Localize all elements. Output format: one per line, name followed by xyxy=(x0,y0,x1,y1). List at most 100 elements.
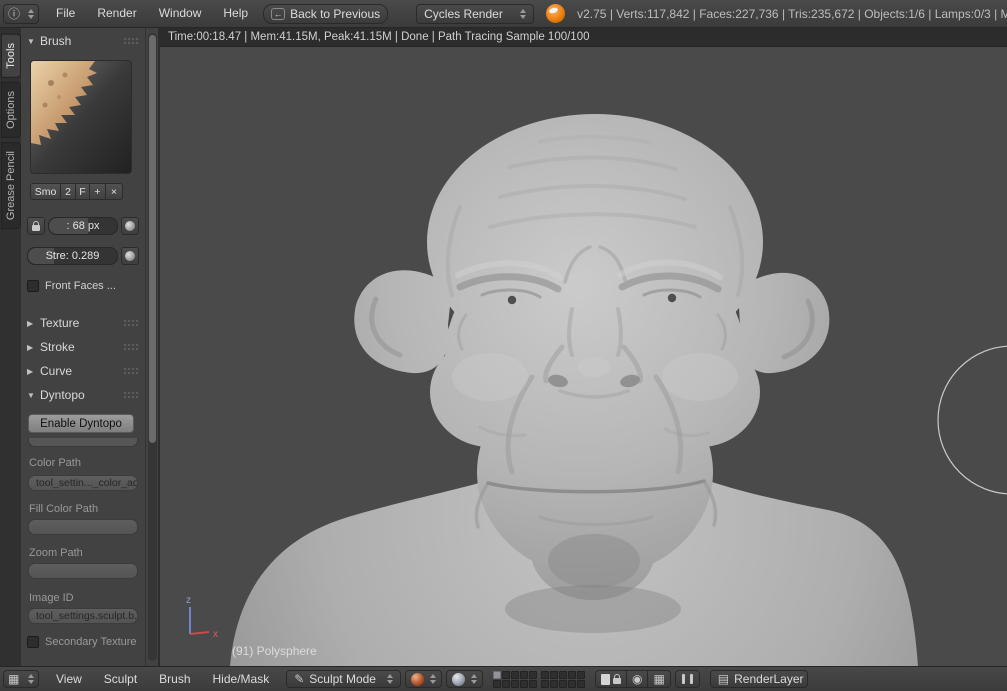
scrollbar-thumb[interactable] xyxy=(149,35,156,443)
menu-view[interactable]: View xyxy=(45,666,93,691)
add-brush-button[interactable]: + xyxy=(89,183,106,200)
render-engine-value: Cycles Render xyxy=(424,7,503,21)
viewport-canvas: z x (91) Polysphere xyxy=(160,47,1007,666)
layer-cell[interactable] xyxy=(502,680,510,688)
image-id-label: Image ID xyxy=(29,592,139,605)
panel-grip[interactable] xyxy=(123,391,139,400)
render-engine-dropdown[interactable]: Cycles Render xyxy=(416,4,534,24)
front-faces-option[interactable]: Front Faces ... xyxy=(27,280,139,292)
axis-z-label: z xyxy=(186,595,191,606)
back-to-previous-button[interactable]: ← Back to Previous xyxy=(263,4,388,24)
layer-cell[interactable] xyxy=(559,671,567,679)
render-layer-icon: ▤ xyxy=(718,672,729,686)
opengl-render-still-button[interactable]: ◉ xyxy=(626,670,648,688)
left-eye xyxy=(508,296,516,304)
color-path-label: Color Path xyxy=(29,457,139,470)
layer-cell[interactable] xyxy=(529,671,537,679)
radius-unified-button[interactable] xyxy=(27,217,45,235)
dropdown-arrows-icon xyxy=(465,674,477,684)
menu-file[interactable]: File xyxy=(45,0,86,27)
brush-name-field[interactable]: Smo xyxy=(30,183,61,200)
scrollbar-track[interactable] xyxy=(148,33,157,661)
tab-options[interactable]: Options xyxy=(1,82,21,138)
clipped-field xyxy=(28,438,138,447)
menu-render[interactable]: Render xyxy=(86,0,147,27)
3d-viewport[interactable]: z x (91) Polysphere xyxy=(160,47,1007,666)
layer-cell[interactable] xyxy=(493,671,501,679)
image-id-field[interactable]: tool_settings.sculpt.b... xyxy=(28,608,138,624)
main-menubar: File Render Window Help xyxy=(45,0,259,27)
radius-row: : 68 px xyxy=(27,217,139,235)
panel-grip[interactable] xyxy=(123,37,139,46)
render-layer-dropdown[interactable]: ▤ RenderLayer xyxy=(710,670,808,688)
layer-cell[interactable] xyxy=(550,680,558,688)
render-layer-value: RenderLayer xyxy=(734,672,803,686)
secondary-texture-option[interactable]: Secondary Texture xyxy=(27,636,139,648)
tab-grease-pencil[interactable]: Grease Pencil xyxy=(1,142,21,229)
panel-grip[interactable] xyxy=(123,319,139,328)
fill-color-path-field[interactable] xyxy=(28,519,138,535)
menu-brush[interactable]: Brush xyxy=(148,666,201,691)
panel-grip[interactable] xyxy=(123,367,139,376)
layer-cell[interactable] xyxy=(529,680,537,688)
fake-user-button[interactable]: F xyxy=(75,183,90,200)
panel-grip[interactable] xyxy=(123,343,139,352)
radius-pressure-button[interactable] xyxy=(121,217,139,235)
header-icon-group: ◉ ▦ xyxy=(595,670,671,688)
axis-x-label: x xyxy=(213,629,218,640)
tool-shelf: ▼ Brush xyxy=(21,28,146,666)
layer-cell[interactable] xyxy=(568,671,576,679)
viewport-shading-dropdown[interactable] xyxy=(446,670,483,688)
layer-cell[interactable] xyxy=(511,671,519,679)
info-editor-icon: ⓘ xyxy=(8,5,20,22)
editor-type-button[interactable]: ▦ xyxy=(3,670,39,688)
panel-brush[interactable]: ▼ Brush xyxy=(27,34,139,48)
color-path-field[interactable]: tool_settin..._color_add xyxy=(28,475,138,491)
mode-selector-dropdown[interactable]: ✎ Sculpt Mode xyxy=(286,670,401,688)
strength-pressure-button[interactable] xyxy=(121,247,139,265)
strength-slider[interactable]: Stre: 0.289 xyxy=(27,247,118,265)
enable-dyntopo-button[interactable]: Enable Dyntopo xyxy=(28,414,134,433)
panel-dyntopo[interactable]: ▼ Dyntopo xyxy=(27,388,139,402)
panel-texture[interactable]: ▶ Texture xyxy=(27,316,139,330)
opengl-render-anim-button[interactable]: ▦ xyxy=(647,670,670,688)
menu-help[interactable]: Help xyxy=(212,0,259,27)
right-eye xyxy=(668,294,676,302)
3d-view-editor-icon: ▦ xyxy=(8,672,19,686)
secondary-texture-checkbox[interactable] xyxy=(27,636,39,648)
layer-cell[interactable] xyxy=(577,680,585,688)
menu-hide-mask[interactable]: Hide/Mask xyxy=(202,666,281,691)
shelf-scrollbar-zone xyxy=(146,28,160,666)
layer-cell[interactable] xyxy=(541,680,549,688)
brush-preview[interactable] xyxy=(30,60,132,174)
brush-users-button[interactable]: 2 xyxy=(60,183,76,200)
front-faces-checkbox[interactable] xyxy=(27,280,39,292)
layer-cell[interactable] xyxy=(493,680,501,688)
panel-curve[interactable]: ▶ Curve xyxy=(27,364,139,378)
paired-toggle-button[interactable] xyxy=(675,670,700,688)
unlink-brush-button[interactable]: × xyxy=(105,183,123,200)
viewport-header: ▦ View Sculpt Brush Hide/Mask ✎ Sculpt M… xyxy=(0,666,1007,691)
front-faces-label: Front Faces ... xyxy=(45,280,116,292)
layer-cell[interactable] xyxy=(511,680,519,688)
layer-cell[interactable] xyxy=(502,671,510,679)
layer-cell[interactable] xyxy=(541,671,549,679)
layer-cell[interactable] xyxy=(520,671,528,679)
editor-type-button[interactable]: ⓘ xyxy=(3,4,39,24)
layer-cell[interactable] xyxy=(568,680,576,688)
panel-stroke[interactable]: ▶ Stroke xyxy=(27,340,139,354)
layer-cell[interactable] xyxy=(577,671,585,679)
layer-cell[interactable] xyxy=(559,680,567,688)
lock-to-scene-button[interactable] xyxy=(595,670,627,688)
layer-cell[interactable] xyxy=(550,671,558,679)
render-status-bar: Time:00:18.47 | Mem:41.15M, Peak:41.15M … xyxy=(160,28,1007,47)
tab-tools[interactable]: Tools xyxy=(1,34,21,78)
back-button-label: Back to Previous xyxy=(290,7,380,21)
layer-cell[interactable] xyxy=(520,680,528,688)
matcap-dropdown[interactable] xyxy=(405,670,442,688)
radius-slider[interactable]: : 68 px xyxy=(48,217,118,235)
menu-window[interactable]: Window xyxy=(148,0,213,27)
zoom-path-field[interactable] xyxy=(28,563,138,579)
lock-icon xyxy=(613,678,621,684)
menu-sculpt[interactable]: Sculpt xyxy=(93,666,148,691)
